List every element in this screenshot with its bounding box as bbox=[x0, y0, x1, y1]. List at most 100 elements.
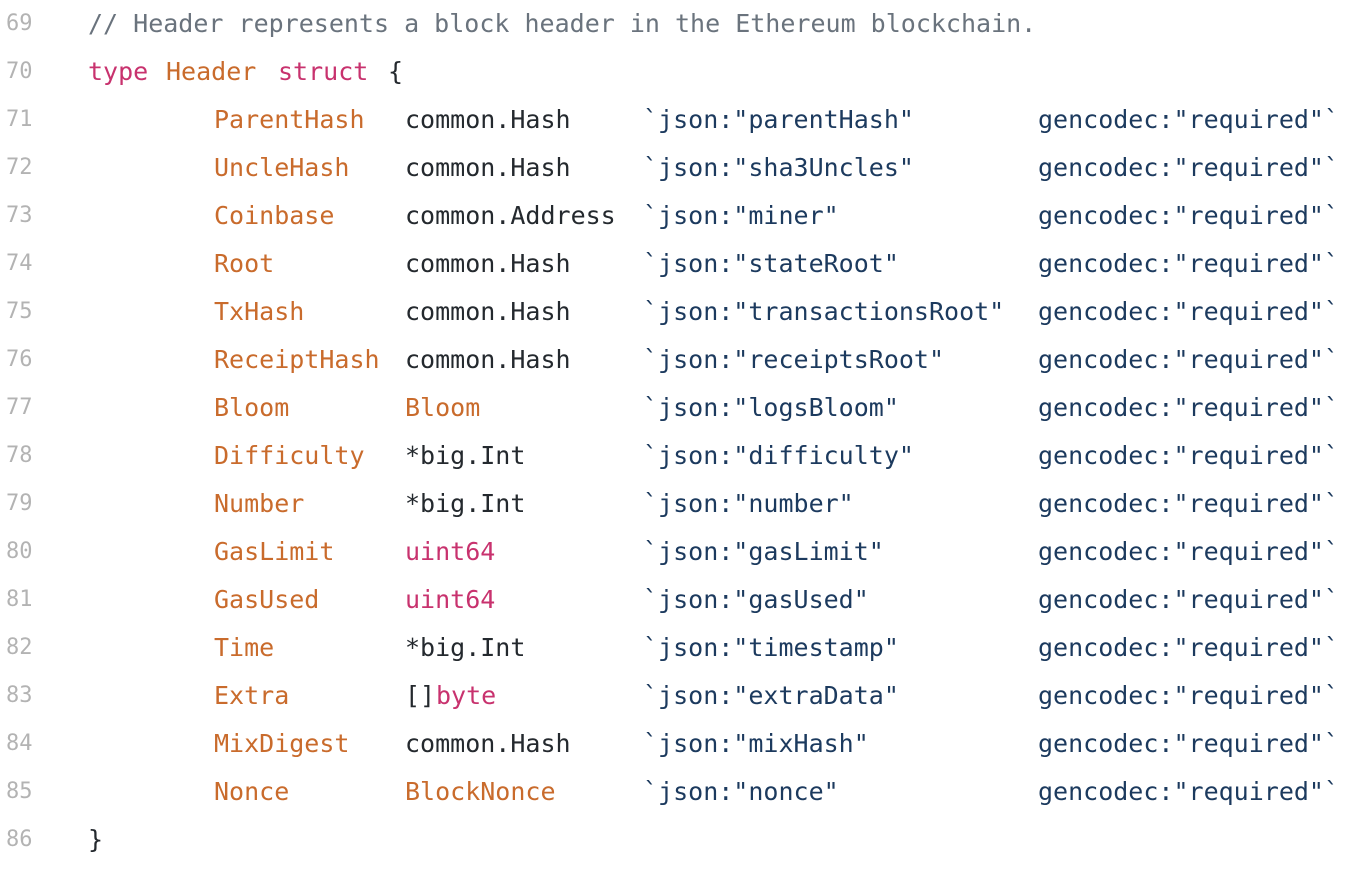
json-tag: `json:"nonce" bbox=[643, 777, 839, 806]
line-number: 77 bbox=[6, 395, 33, 420]
json-tag: `json:"difficulty" bbox=[643, 441, 914, 470]
gencodec-tag: gencodec:"required"` bbox=[1038, 537, 1340, 566]
comment-text: // Header represents a block header in t… bbox=[88, 9, 1037, 38]
line-number: 83 bbox=[6, 683, 33, 708]
keyword-struct: struct bbox=[278, 57, 369, 86]
field-name: Difficulty bbox=[214, 441, 365, 470]
close-brace: } bbox=[88, 825, 104, 854]
field-name: UncleHash bbox=[214, 153, 350, 182]
line-number: 86 bbox=[6, 827, 33, 852]
code-line-field: 80 GasLimit uint64 `json:"gasLimit" gencodec… bbox=[0, 528, 1372, 576]
code-line-field: 78 Difficulty *big.Int `json:"difficulty" ge… bbox=[0, 432, 1372, 480]
json-tag: `json:"miner" bbox=[643, 201, 839, 230]
field-type: byte bbox=[436, 681, 497, 710]
field-type: common.Hash bbox=[405, 153, 571, 182]
code-line-field: 83 Extra [] byte `json:"extraData" gencodec:"… bbox=[0, 672, 1372, 720]
field-name: Root bbox=[214, 249, 275, 278]
gencodec-tag: gencodec:"required"` bbox=[1038, 249, 1340, 278]
field-type: Bloom bbox=[405, 393, 481, 422]
field-name: Extra bbox=[214, 681, 290, 710]
gencodec-tag: gencodec:"required"` bbox=[1038, 729, 1340, 758]
field-name: Bloom bbox=[214, 393, 290, 422]
field-type: BlockNonce bbox=[405, 777, 556, 806]
json-tag: `json:"receiptsRoot" bbox=[643, 345, 945, 374]
line-number: 84 bbox=[6, 731, 33, 756]
code-line-field: 76 ReceiptHash common.Hash `json:"receiptsR… bbox=[0, 336, 1372, 384]
code-line-field: 81 GasUsed uint64 `json:"gasUsed" gencodec:"… bbox=[0, 576, 1372, 624]
field-type-prefix: [] bbox=[405, 681, 436, 710]
line-number: 74 bbox=[6, 251, 33, 276]
code-line-field: 84 MixDigest common.Hash `json:"mixHash" gen… bbox=[0, 720, 1372, 768]
line-number: 85 bbox=[6, 779, 33, 804]
line-number: 76 bbox=[6, 347, 33, 372]
code-line-field: 74 Root common.Hash `json:"stateRoot" gencod… bbox=[0, 240, 1372, 288]
line-number: 78 bbox=[6, 443, 33, 468]
code-line-field: 73 Coinbase common.Address `json:"miner" gen… bbox=[0, 192, 1372, 240]
code-line-comment: 69 // Header represents a block header i… bbox=[0, 0, 1372, 48]
field-type: common.Address bbox=[405, 201, 616, 230]
json-tag: `json:"gasLimit" bbox=[643, 537, 884, 566]
gencodec-tag: gencodec:"required"` bbox=[1038, 777, 1340, 806]
field-type: common.Hash bbox=[405, 729, 571, 758]
json-tag: `json:"mixHash" bbox=[643, 729, 869, 758]
line-number: 72 bbox=[6, 155, 33, 180]
gencodec-tag: gencodec:"required"` bbox=[1038, 297, 1340, 326]
line-number: 81 bbox=[6, 587, 33, 612]
field-name: Number bbox=[214, 489, 305, 518]
line-number: 75 bbox=[6, 299, 33, 324]
field-name: MixDigest bbox=[214, 729, 350, 758]
code-line-field: 72 UncleHash common.Hash `json:"sha3Uncles"… bbox=[0, 144, 1372, 192]
field-name: TxHash bbox=[214, 297, 305, 326]
gencodec-tag: gencodec:"required"` bbox=[1038, 489, 1340, 518]
struct-name: Header bbox=[166, 57, 257, 86]
field-name: GasLimit bbox=[214, 537, 335, 566]
gencodec-tag: gencodec:"required"` bbox=[1038, 153, 1340, 182]
gencodec-tag: gencodec:"required"` bbox=[1038, 201, 1340, 230]
code-line-field: 85 Nonce BlockNonce `json:"nonce" gencodec:"… bbox=[0, 768, 1372, 816]
gencodec-tag: gencodec:"required"` bbox=[1038, 345, 1340, 374]
gencodec-tag: gencodec:"required"` bbox=[1038, 585, 1340, 614]
code-line-field: 79 Number *big.Int `json:"number" gencodec:"… bbox=[0, 480, 1372, 528]
code-line-field: 75 TxHash common.Hash `json:"transactionsRo… bbox=[0, 288, 1372, 336]
code-line-field: 77 Bloom Bloom `json:"logsBloom" gencodec:"r… bbox=[0, 384, 1372, 432]
keyword-type: type bbox=[88, 57, 149, 86]
open-brace: { bbox=[388, 57, 404, 86]
json-tag: `json:"logsBloom" bbox=[643, 393, 899, 422]
gencodec-tag: gencodec:"required"` bbox=[1038, 633, 1340, 662]
gencodec-tag: gencodec:"required"` bbox=[1038, 105, 1340, 134]
code-line-field: 82 Time *big.Int `json:"timestamp" gencodec:… bbox=[0, 624, 1372, 672]
gencodec-tag: gencodec:"required"` bbox=[1038, 441, 1340, 470]
json-tag: `json:"timestamp" bbox=[643, 633, 899, 662]
field-type: *big.Int bbox=[405, 633, 526, 662]
field-type: uint64 bbox=[405, 585, 496, 614]
field-type: *big.Int bbox=[405, 489, 526, 518]
field-name: Nonce bbox=[214, 777, 290, 806]
field-type: common.Hash bbox=[405, 345, 571, 374]
line-number: 79 bbox=[6, 491, 33, 516]
field-name: ReceiptHash bbox=[214, 345, 380, 374]
json-tag: `json:"transactionsRoot" bbox=[643, 297, 1005, 326]
line-number: 73 bbox=[6, 203, 33, 228]
code-view: 69 // Header represents a block header i… bbox=[0, 0, 1372, 876]
line-number: 69 bbox=[6, 11, 33, 36]
field-type: common.Hash bbox=[405, 105, 571, 134]
field-name: Coinbase bbox=[214, 201, 335, 230]
field-name: ParentHash bbox=[214, 105, 365, 134]
line-number: 80 bbox=[6, 539, 33, 564]
field-name: GasUsed bbox=[214, 585, 320, 614]
field-type: uint64 bbox=[405, 537, 496, 566]
line-number: 70 bbox=[6, 59, 33, 84]
field-type: common.Hash bbox=[405, 297, 571, 326]
json-tag: `json:"number" bbox=[643, 489, 854, 518]
code-line-close: 86 } bbox=[0, 816, 1372, 864]
line-number: 82 bbox=[6, 635, 33, 660]
code-line-type-decl: 70 type Header struct { bbox=[0, 48, 1372, 96]
gencodec-tag: gencodec:"required"` bbox=[1038, 393, 1340, 422]
json-tag: `json:"gasUsed" bbox=[643, 585, 869, 614]
field-type: *big.Int bbox=[405, 441, 526, 470]
field-type: common.Hash bbox=[405, 249, 571, 278]
code-line-field: 71 ParentHash common.Hash `json:"parentHash… bbox=[0, 96, 1372, 144]
json-tag: `json:"stateRoot" bbox=[643, 249, 899, 278]
field-name: Time bbox=[214, 633, 275, 662]
json-tag: `json:"parentHash" bbox=[643, 105, 914, 134]
